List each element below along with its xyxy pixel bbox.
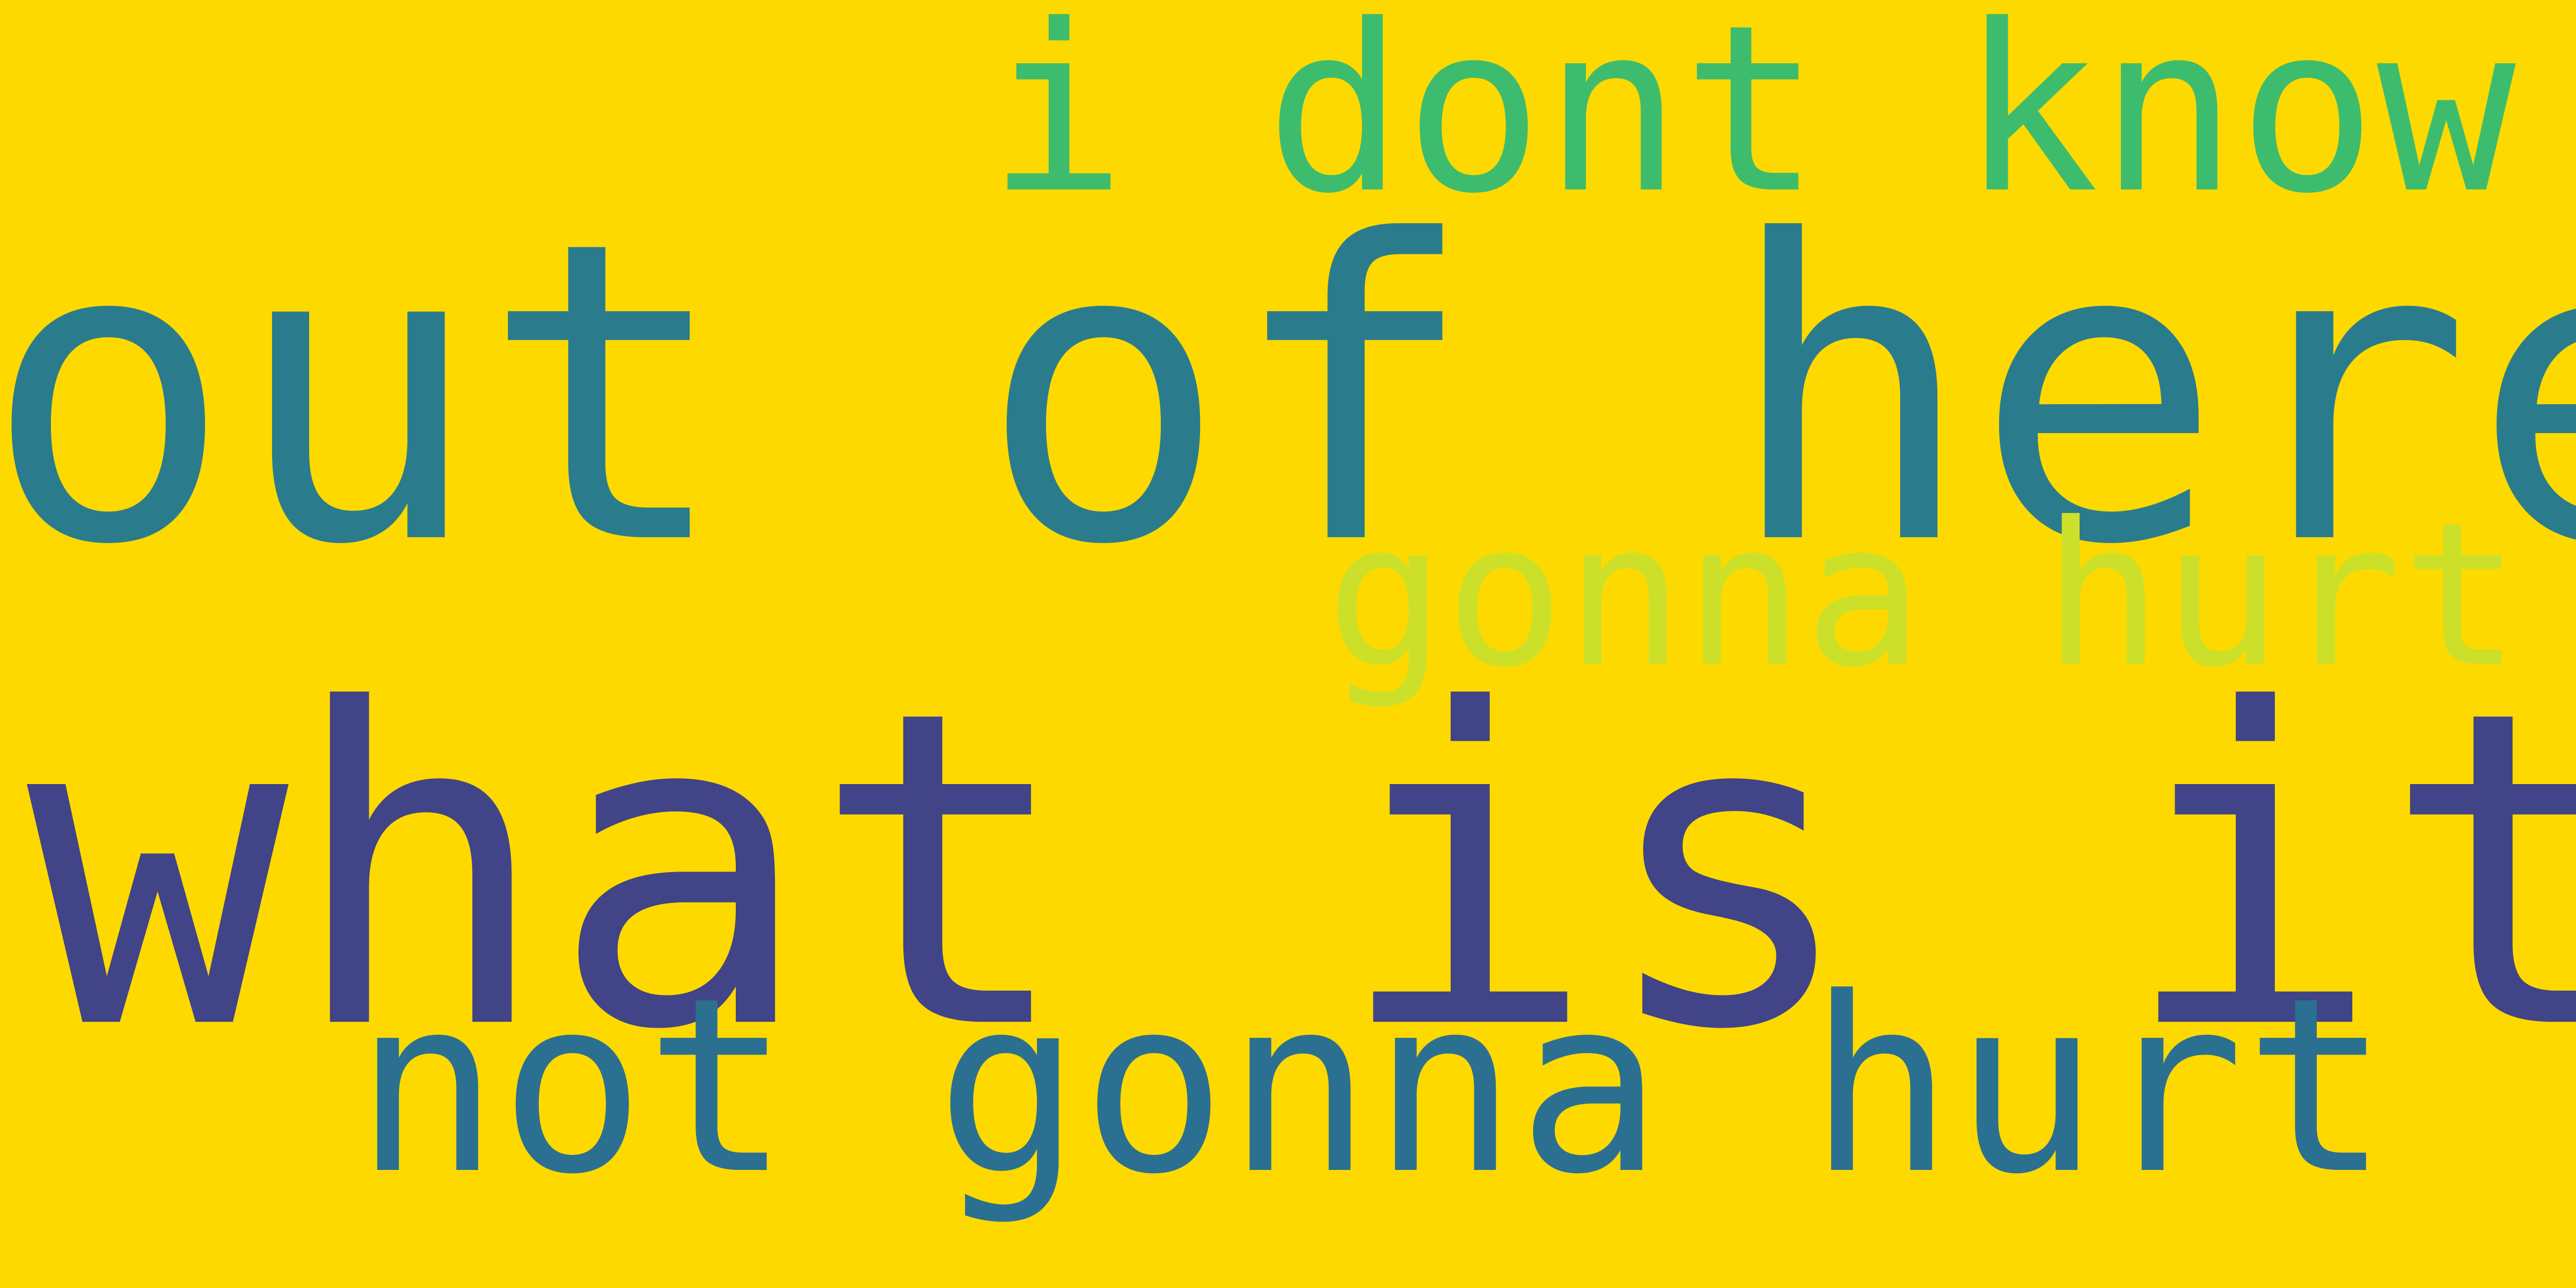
word-cloud: i dont know out of here gonna hurt you w… [0,0,2576,1288]
word-not-gonna-hurt: not gonna hurt [354,946,2390,1227]
